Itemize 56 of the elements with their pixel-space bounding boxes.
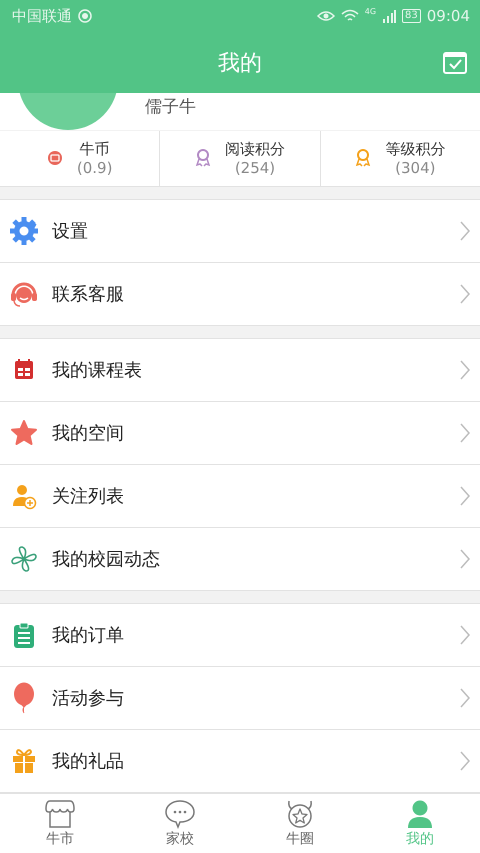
page-title: 我的 [218, 50, 262, 78]
menu-label: 我的课程表 [52, 358, 143, 382]
settings-icon [10, 216, 38, 245]
chevron-icon [460, 486, 470, 506]
chevron-icon [460, 220, 470, 241]
network-type: 4G [364, 7, 376, 16]
menu-label: 我的订单 [52, 624, 125, 647]
calendar-check-icon[interactable] [442, 49, 468, 75]
battery-level: 83 [402, 9, 421, 23]
chevron-icon [460, 624, 470, 645]
menu-item[interactable]: 我的订单 [0, 604, 480, 667]
user-name: 儒子牛 [145, 96, 196, 118]
signal-badge-icon [78, 9, 92, 23]
medal-icon [355, 149, 372, 168]
menu-label: 联系客服 [52, 282, 125, 306]
menu-item[interactable]: 设置 [0, 200, 480, 263]
stat-label: 阅读积分 [224, 140, 285, 159]
shop-icon [44, 798, 76, 829]
stat-value: (304) [395, 158, 436, 177]
pinwheel-icon [10, 544, 38, 573]
stat-value: (0.9) [76, 158, 112, 177]
eye-icon [316, 10, 335, 22]
menu-item[interactable]: 关注列表 [0, 464, 480, 528]
stat-label: 等级积分 [385, 140, 446, 159]
gift-icon [10, 746, 38, 775]
menu-item[interactable]: 我的课程表 [0, 338, 480, 402]
chevron-icon [460, 422, 470, 443]
tab[interactable]: 牛市 [0, 794, 120, 853]
coin-icon [46, 150, 63, 166]
tab[interactable]: 牛圈 [240, 794, 360, 853]
medal-icon [194, 149, 211, 168]
chevron-icon [460, 360, 470, 380]
menu-label: 我的校园动态 [52, 548, 161, 571]
menu-item[interactable]: 我的校园动态 [0, 528, 480, 591]
chevron-icon [460, 688, 470, 708]
menu-item[interactable]: 联系客服 [0, 262, 480, 326]
chevron-icon [460, 750, 470, 771]
headset-icon [10, 280, 38, 308]
chevron-icon [460, 284, 470, 304]
star-icon [10, 418, 38, 447]
stat-value: (254) [234, 158, 276, 177]
menu-label: 我的空间 [52, 422, 125, 445]
signal-icon [382, 9, 396, 23]
tab[interactable]: 家校 [120, 794, 240, 853]
menu-label: 关注列表 [52, 484, 125, 508]
chat-icon [164, 798, 196, 829]
menu-item[interactable]: 活动参与 [0, 666, 480, 730]
menu-item[interactable]: 我的空间 [0, 402, 480, 465]
menu-label: 活动参与 [52, 686, 125, 710]
menu-label: 设置 [52, 220, 89, 243]
wifi-icon [340, 9, 359, 23]
chevron-icon [460, 548, 470, 569]
stat-label: 牛币 [80, 140, 110, 159]
carrier-name: 中国联通 [12, 6, 72, 26]
clock: 09:04 [426, 7, 470, 25]
menu-label: 我的礼品 [52, 750, 125, 773]
